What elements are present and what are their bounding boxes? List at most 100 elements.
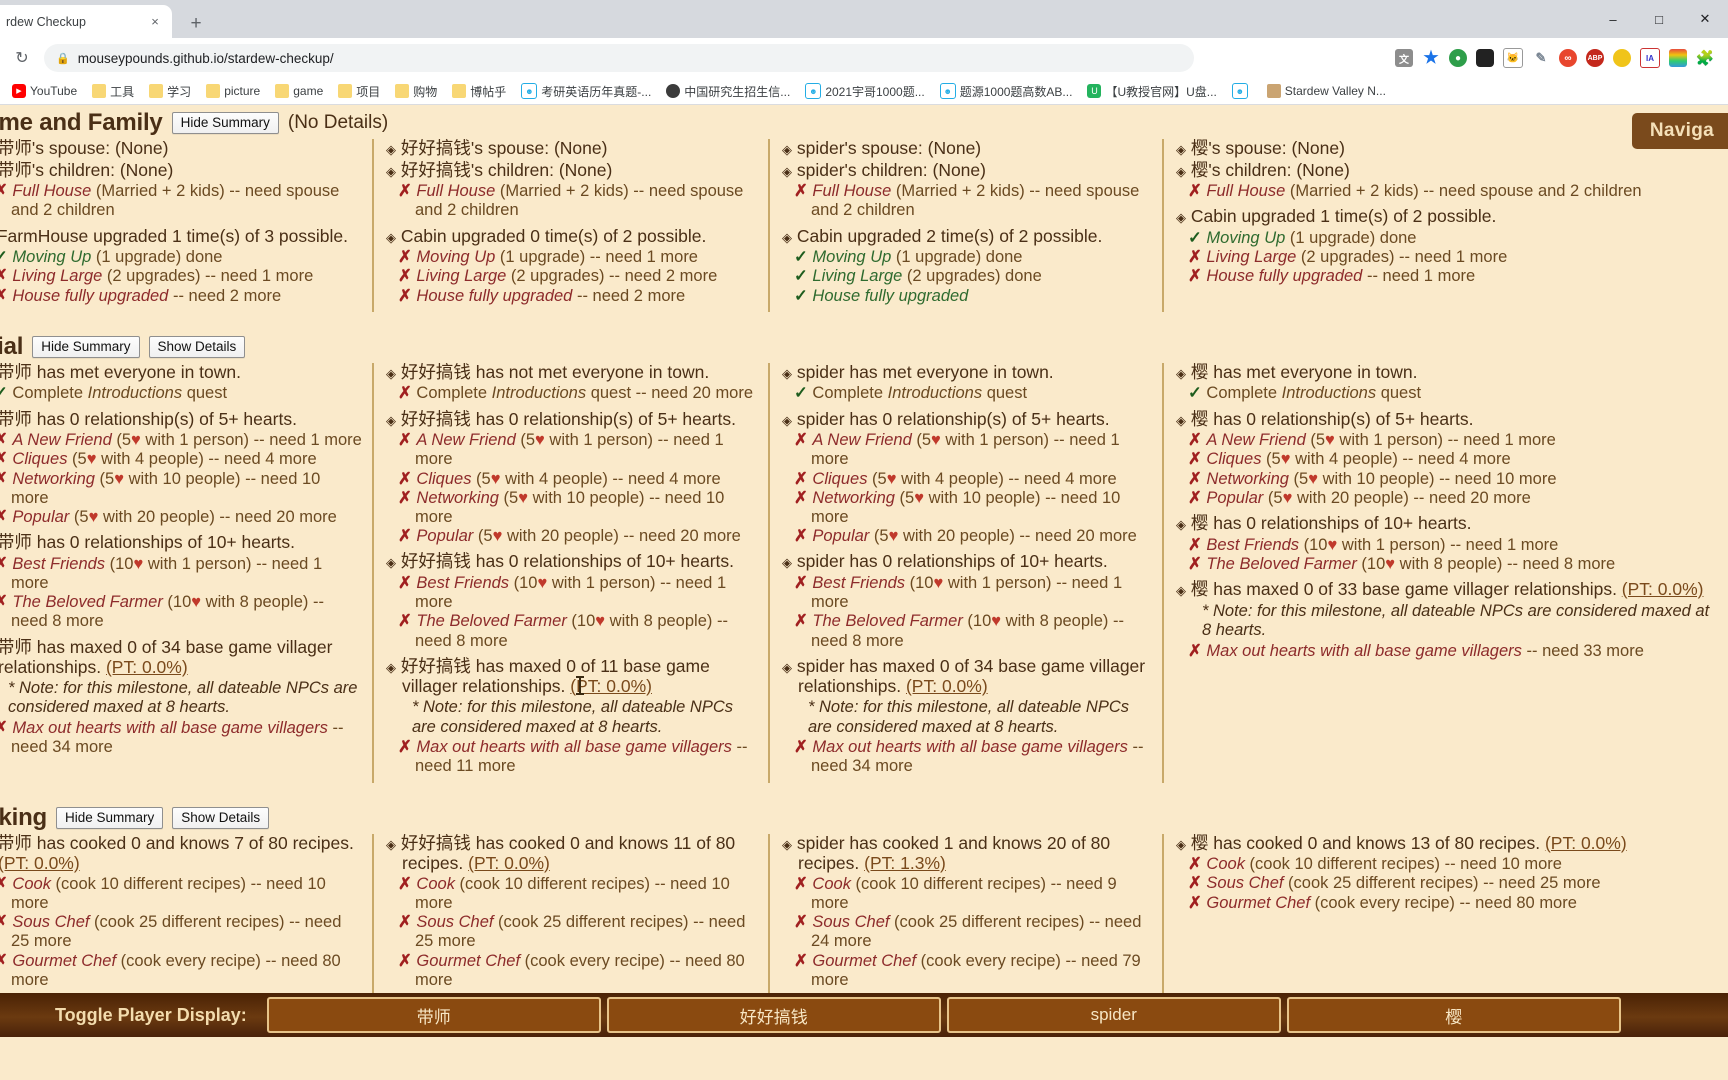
bookmark-label: 工具 bbox=[110, 84, 135, 99]
heart-icon: ♥ bbox=[191, 593, 202, 612]
achievement-name: Popular bbox=[416, 527, 474, 546]
perfection-tracker-link[interactable]: (PT: 0.0%) bbox=[1545, 833, 1627, 853]
translate-icon[interactable]: 文 bbox=[1395, 49, 1413, 67]
section-title: oking bbox=[0, 803, 47, 831]
bookmark-item[interactable]: ☻ 考研英语历年真题-... bbox=[515, 81, 657, 102]
achievement-list: ✗ Best Friends (10♥ with 1 person) -- ne… bbox=[0, 555, 362, 632]
browser-tab[interactable]: rdew Checkup × bbox=[0, 5, 172, 38]
heart-icon: ♥ bbox=[86, 450, 97, 469]
hide-summary-button[interactable]: Hide Summary bbox=[171, 112, 279, 134]
bookmark-item[interactable]: ☻ bbox=[1226, 81, 1258, 101]
bookmark-item[interactable]: 工具 bbox=[86, 81, 140, 102]
pen-icon[interactable]: ✎ bbox=[1532, 49, 1550, 67]
bookmark-item[interactable]: Stardew Valley N... bbox=[1261, 82, 1392, 100]
achievement-name: Introductions bbox=[887, 384, 983, 403]
player-columns: ◈ 带师 has cooked 0 and knows 7 of 80 reci… bbox=[0, 833, 1728, 996]
show-details-button[interactable]: Show Details bbox=[148, 335, 246, 358]
show-details-button[interactable]: Show Details bbox=[172, 806, 270, 829]
rainbow-icon[interactable] bbox=[1669, 49, 1687, 67]
diamond-bullet-icon: ◈ bbox=[1176, 517, 1186, 532]
player-toggle-button[interactable]: 好好搞钱 bbox=[606, 997, 941, 1033]
perfection-tracker-link[interactable]: (PT: 0.0%) bbox=[1622, 579, 1704, 599]
folder-icon bbox=[395, 84, 410, 98]
puzzle-icon[interactable]: 🧩 bbox=[1696, 49, 1714, 67]
achievement-name: Moving Up bbox=[1206, 228, 1286, 247]
globe-icon[interactable]: ● bbox=[1449, 49, 1467, 67]
achievement-item: ✗ Popular (5♥ with 20 people) -- need 20… bbox=[1188, 488, 1531, 507]
perfection-tracker-link[interactable]: (PT: 0.0%) bbox=[0, 853, 80, 873]
section-title: cial bbox=[0, 332, 24, 360]
achievement-item: ✗ The Beloved Farmer (10♥ with 8 people)… bbox=[398, 612, 728, 650]
bookmark-item[interactable]: ☻ 2021宇哥1000题... bbox=[799, 81, 930, 102]
youtube-icon: ▶ bbox=[12, 84, 26, 98]
bookmark-item[interactable]: 博帖乎 bbox=[446, 81, 512, 102]
achievement-item: ✓ Living Large (2 upgrades) done bbox=[794, 267, 1042, 286]
heart-icon: ♥ bbox=[537, 574, 548, 592]
bookmark-star-icon[interactable]: ★ bbox=[1422, 49, 1440, 67]
bookmark-item[interactable]: U 【U教授官网】U盘... bbox=[1081, 81, 1222, 102]
heart-icon: ♥ bbox=[490, 469, 501, 488]
perfection-tracker-link[interactable]: (PT: 1.3%) bbox=[864, 853, 946, 873]
maximize-icon[interactable]: □ bbox=[1636, 0, 1682, 38]
achievement-name: Cliques bbox=[416, 469, 472, 488]
hide-summary-button[interactable]: Hide Summary bbox=[56, 806, 164, 829]
x-icon: ✗ bbox=[1188, 855, 1202, 874]
palette-icon[interactable] bbox=[1613, 49, 1631, 67]
close-icon[interactable]: × bbox=[146, 13, 164, 31]
u-icon: U bbox=[1087, 84, 1102, 98]
hide-summary-button[interactable]: Hide Summary bbox=[32, 335, 140, 358]
extensions-area: 文 ★ ● 🐱 ✎ ∞ ABP IA 🧩 bbox=[1395, 48, 1720, 68]
perfection-tracker-link[interactable]: (PT: 0.0%) bbox=[106, 657, 188, 677]
bookmark-item[interactable]: ▶ YouTube bbox=[6, 82, 83, 100]
window-close-icon[interactable]: ✕ bbox=[1682, 0, 1728, 38]
panda-icon[interactable] bbox=[1476, 49, 1494, 67]
achievement-list: ✗ A New Friend (5♥ with 1 person) -- nee… bbox=[0, 431, 362, 527]
adblock-icon[interactable]: ABP bbox=[1586, 49, 1604, 67]
bookmark-item[interactable]: picture bbox=[200, 82, 266, 100]
player-toggle-button[interactable]: 樱 bbox=[1286, 997, 1621, 1033]
bookmark-item[interactable]: game bbox=[269, 82, 329, 100]
bookmark-label: 中国研究生招生信... bbox=[684, 84, 791, 99]
achievement-item: ✗ Max out hearts with all base game vill… bbox=[0, 719, 362, 757]
heart-icon: ♥ bbox=[133, 554, 144, 573]
diamond-bullet-icon: ◈ bbox=[386, 365, 396, 381]
heart-icon: ♥ bbox=[1327, 535, 1338, 554]
minimize-icon[interactable]: – bbox=[1590, 0, 1636, 38]
bookmark-item[interactable]: ☻ 题源1000题高数AB... bbox=[934, 81, 1079, 102]
player-toggle-button[interactable]: spider bbox=[946, 997, 1281, 1033]
x-icon: ✗ bbox=[398, 248, 412, 267]
summary-item: ◈ 好好搞钱's children: (None) bbox=[386, 159, 613, 180]
achievement-name: Moving Up bbox=[12, 248, 92, 267]
bookmark-item[interactable]: 学习 bbox=[143, 81, 197, 102]
x-icon: ✗ bbox=[0, 951, 8, 970]
summary-item: ◈ 樱 has 0 relationships of 10+ hearts. bbox=[1176, 513, 1472, 533]
achievement-list: ✗ Max out hearts with all base game vill… bbox=[0, 719, 362, 757]
bookmark-item[interactable]: 项目 bbox=[332, 81, 386, 102]
summary-item: ◈ spider has 0 relationship(s) of 5+ hea… bbox=[782, 408, 1110, 429]
player-column: ◈ 樱 has met everyone in town. ✓ Complete … bbox=[1164, 362, 1728, 783]
milestone-note: * Note: for this milestone, all dateable… bbox=[1202, 601, 1710, 640]
player-columns: ◈ 带师's spouse: (None)◈ 带师's children: (N… bbox=[0, 138, 1728, 312]
bookmark-label: game bbox=[293, 84, 324, 98]
achievement-item: ✗ Sous Chef (cook 25 different recipes) … bbox=[0, 913, 362, 951]
milestone-note: * Note: for this milestone, all dateable… bbox=[412, 698, 733, 736]
bookmark-item[interactable]: 购物 bbox=[389, 81, 443, 102]
address-bar[interactable]: 🔒 mouseypounds.github.io/stardew-checkup… bbox=[44, 44, 1194, 72]
folder-icon bbox=[338, 84, 353, 98]
dark-icon bbox=[666, 84, 681, 98]
cat-icon[interactable]: 🐱 bbox=[1503, 48, 1523, 68]
infinity-icon[interactable]: ∞ bbox=[1559, 49, 1577, 67]
bookmark-item[interactable]: 中国研究生招生信... bbox=[660, 81, 796, 102]
achievement-name: A New Friend bbox=[1206, 431, 1306, 450]
ia-icon[interactable]: IA bbox=[1640, 48, 1660, 68]
achievement-name: Cook bbox=[416, 874, 455, 893]
navigation-bar: ↻ 🔒 mouseypounds.github.io/stardew-check… bbox=[0, 38, 1728, 78]
diamond-bullet-icon: ◈ bbox=[1176, 210, 1186, 226]
heart-icon: ♥ bbox=[535, 431, 545, 450]
reload-icon[interactable]: ↻ bbox=[8, 44, 36, 72]
player-toggle-button[interactable]: 带师 bbox=[266, 997, 601, 1033]
achievement-name: Sous Chef bbox=[416, 913, 494, 932]
perfection-tracker-link[interactable]: (PT: 0.0%) bbox=[468, 853, 550, 873]
perfection-tracker-link[interactable]: (PT: 0.0%) bbox=[906, 676, 988, 697]
new-tab-button[interactable]: + bbox=[182, 10, 210, 38]
